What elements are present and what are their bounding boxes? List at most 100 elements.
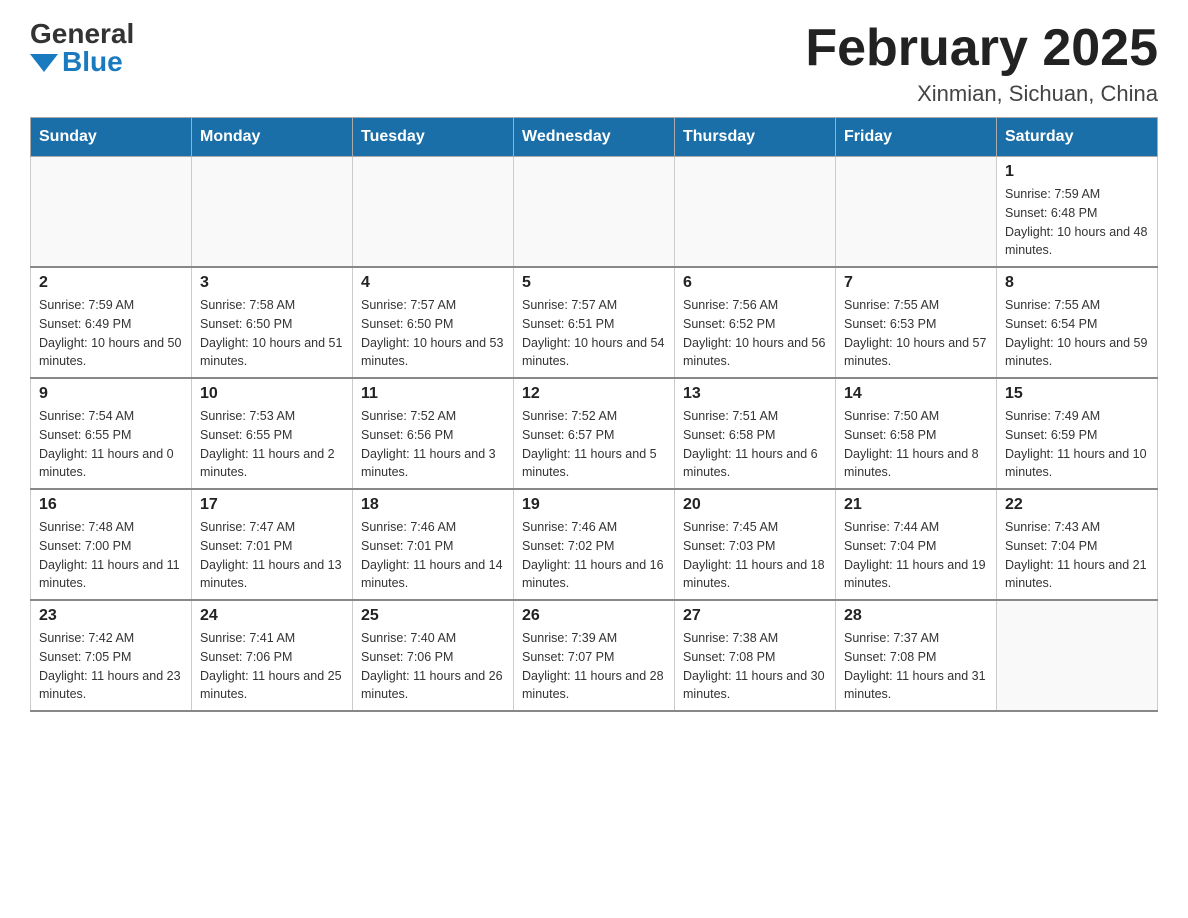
day-number: 26 <box>522 607 666 625</box>
logo-blue-row: Blue <box>30 48 123 76</box>
calendar-week-row: 2 Sunrise: 7:59 AM Sunset: 6:49 PM Daylig… <box>31 267 1158 378</box>
calendar-header-cell: Monday <box>192 118 353 157</box>
calendar-day-cell: 22 Sunrise: 7:43 AM Sunset: 7:04 PM Dayli… <box>997 489 1158 600</box>
day-number: 27 <box>683 607 827 625</box>
calendar-header-cell: Wednesday <box>514 118 675 157</box>
day-info: Sunrise: 7:59 AM Sunset: 6:48 PM Dayligh… <box>1005 185 1149 260</box>
day-info: Sunrise: 7:43 AM Sunset: 7:04 PM Dayligh… <box>1005 518 1149 593</box>
calendar-header-cell: Tuesday <box>353 118 514 157</box>
calendar-day-cell <box>514 157 675 268</box>
day-number: 7 <box>844 274 988 292</box>
day-info: Sunrise: 7:38 AM Sunset: 7:08 PM Dayligh… <box>683 629 827 704</box>
day-number: 12 <box>522 385 666 403</box>
calendar-day-cell <box>997 600 1158 711</box>
calendar-week-row: 16Sunrise: 7:48 AM Sunset: 7:00 PM Dayli… <box>31 489 1158 600</box>
calendar-day-cell: 14 Sunrise: 7:50 AM Sunset: 6:58 PM Dayli… <box>836 378 997 489</box>
day-info: Sunrise: 7:50 AM Sunset: 6:58 PM Dayligh… <box>844 407 988 482</box>
calendar-day-cell: 18 Sunrise: 7:46 AM Sunset: 7:01 PM Dayli… <box>353 489 514 600</box>
calendar-day-cell: 8Sunrise: 7:55 AM Sunset: 6:54 PM Daylig… <box>997 267 1158 378</box>
day-info: Sunrise: 7:57 AM Sunset: 6:50 PM Dayligh… <box>361 296 505 371</box>
calendar-day-cell <box>353 157 514 268</box>
calendar-day-cell: 26 Sunrise: 7:39 AM Sunset: 7:07 PM Dayli… <box>514 600 675 711</box>
day-number: 25 <box>361 607 505 625</box>
day-number: 28 <box>844 607 988 625</box>
day-number: 4 <box>361 274 505 292</box>
day-info: Sunrise: 7:51 AM Sunset: 6:58 PM Dayligh… <box>683 407 827 482</box>
day-number: 23 <box>39 607 183 625</box>
day-info: Sunrise: 7:56 AM Sunset: 6:52 PM Dayligh… <box>683 296 827 371</box>
day-info: Sunrise: 7:47 AM Sunset: 7:01 PM Dayligh… <box>200 518 344 593</box>
calendar-day-cell: 2 Sunrise: 7:59 AM Sunset: 6:49 PM Daylig… <box>31 267 192 378</box>
logo-triangle-icon <box>30 54 58 72</box>
day-number: 20 <box>683 496 827 514</box>
day-number: 22 <box>1005 496 1149 514</box>
calendar-day-cell: 1Sunrise: 7:59 AM Sunset: 6:48 PM Daylig… <box>997 157 1158 268</box>
calendar-day-cell: 4 Sunrise: 7:57 AM Sunset: 6:50 PM Daylig… <box>353 267 514 378</box>
calendar-week-row: 23 Sunrise: 7:42 AM Sunset: 7:05 PM Dayli… <box>31 600 1158 711</box>
day-number: 24 <box>200 607 344 625</box>
calendar-day-cell: 23 Sunrise: 7:42 AM Sunset: 7:05 PM Dayli… <box>31 600 192 711</box>
day-number: 15 <box>1005 385 1149 403</box>
logo-general-text: General <box>30 20 134 48</box>
day-info: Sunrise: 7:46 AM Sunset: 7:01 PM Dayligh… <box>361 518 505 593</box>
calendar-day-cell: 17 Sunrise: 7:47 AM Sunset: 7:01 PM Dayli… <box>192 489 353 600</box>
day-number: 16 <box>39 496 183 514</box>
calendar-day-cell: 3 Sunrise: 7:58 AM Sunset: 6:50 PM Daylig… <box>192 267 353 378</box>
calendar-day-cell <box>192 157 353 268</box>
day-number: 9 <box>39 385 183 403</box>
day-number: 3 <box>200 274 344 292</box>
calendar-day-cell: 12Sunrise: 7:52 AM Sunset: 6:57 PM Dayli… <box>514 378 675 489</box>
logo-blue-text: Blue <box>62 48 123 76</box>
day-info: Sunrise: 7:44 AM Sunset: 7:04 PM Dayligh… <box>844 518 988 593</box>
calendar-day-cell: 15 Sunrise: 7:49 AM Sunset: 6:59 PM Dayli… <box>997 378 1158 489</box>
day-info: Sunrise: 7:55 AM Sunset: 6:53 PM Dayligh… <box>844 296 988 371</box>
calendar-header-cell: Sunday <box>31 118 192 157</box>
calendar-day-cell: 27 Sunrise: 7:38 AM Sunset: 7:08 PM Dayli… <box>675 600 836 711</box>
calendar-day-cell: 28 Sunrise: 7:37 AM Sunset: 7:08 PM Dayli… <box>836 600 997 711</box>
calendar-day-cell: 24 Sunrise: 7:41 AM Sunset: 7:06 PM Dayli… <box>192 600 353 711</box>
logo: General Blue <box>30 20 134 76</box>
calendar-day-cell: 11 Sunrise: 7:52 AM Sunset: 6:56 PM Dayli… <box>353 378 514 489</box>
calendar-body: 1Sunrise: 7:59 AM Sunset: 6:48 PM Daylig… <box>31 157 1158 712</box>
day-info: Sunrise: 7:41 AM Sunset: 7:06 PM Dayligh… <box>200 629 344 704</box>
day-info: Sunrise: 7:40 AM Sunset: 7:06 PM Dayligh… <box>361 629 505 704</box>
main-title: February 2025 <box>805 20 1158 77</box>
day-info: Sunrise: 7:58 AM Sunset: 6:50 PM Dayligh… <box>200 296 344 371</box>
calendar-day-cell: 16Sunrise: 7:48 AM Sunset: 7:00 PM Dayli… <box>31 489 192 600</box>
day-number: 2 <box>39 274 183 292</box>
page-header: General Blue February 2025 Xinmian, Sich… <box>30 20 1158 107</box>
calendar-header-cell: Saturday <box>997 118 1158 157</box>
calendar-header-cell: Thursday <box>675 118 836 157</box>
day-info: Sunrise: 7:45 AM Sunset: 7:03 PM Dayligh… <box>683 518 827 593</box>
day-info: Sunrise: 7:42 AM Sunset: 7:05 PM Dayligh… <box>39 629 183 704</box>
day-info: Sunrise: 7:54 AM Sunset: 6:55 PM Dayligh… <box>39 407 183 482</box>
day-number: 5 <box>522 274 666 292</box>
calendar-header-cell: Friday <box>836 118 997 157</box>
day-number: 10 <box>200 385 344 403</box>
calendar-day-cell: 13 Sunrise: 7:51 AM Sunset: 6:58 PM Dayli… <box>675 378 836 489</box>
day-number: 14 <box>844 385 988 403</box>
calendar-day-cell: 6Sunrise: 7:56 AM Sunset: 6:52 PM Daylig… <box>675 267 836 378</box>
calendar-day-cell: 9 Sunrise: 7:54 AM Sunset: 6:55 PM Daylig… <box>31 378 192 489</box>
subtitle: Xinmian, Sichuan, China <box>805 81 1158 107</box>
calendar-week-row: 1Sunrise: 7:59 AM Sunset: 6:48 PM Daylig… <box>31 157 1158 268</box>
title-block: February 2025 Xinmian, Sichuan, China <box>805 20 1158 107</box>
day-number: 13 <box>683 385 827 403</box>
day-info: Sunrise: 7:39 AM Sunset: 7:07 PM Dayligh… <box>522 629 666 704</box>
day-info: Sunrise: 7:49 AM Sunset: 6:59 PM Dayligh… <box>1005 407 1149 482</box>
day-number: 17 <box>200 496 344 514</box>
calendar-day-cell: 5Sunrise: 7:57 AM Sunset: 6:51 PM Daylig… <box>514 267 675 378</box>
calendar-day-cell <box>836 157 997 268</box>
calendar-header-row: SundayMondayTuesdayWednesdayThursdayFrid… <box>31 118 1158 157</box>
day-info: Sunrise: 7:46 AM Sunset: 7:02 PM Dayligh… <box>522 518 666 593</box>
day-info: Sunrise: 7:52 AM Sunset: 6:56 PM Dayligh… <box>361 407 505 482</box>
day-info: Sunrise: 7:59 AM Sunset: 6:49 PM Dayligh… <box>39 296 183 371</box>
day-info: Sunrise: 7:37 AM Sunset: 7:08 PM Dayligh… <box>844 629 988 704</box>
calendar-day-cell <box>675 157 836 268</box>
day-info: Sunrise: 7:53 AM Sunset: 6:55 PM Dayligh… <box>200 407 344 482</box>
day-number: 18 <box>361 496 505 514</box>
calendar-day-cell: 25 Sunrise: 7:40 AM Sunset: 7:06 PM Dayli… <box>353 600 514 711</box>
calendar-day-cell <box>31 157 192 268</box>
day-number: 11 <box>361 385 505 403</box>
calendar-header: SundayMondayTuesdayWednesdayThursdayFrid… <box>31 118 1158 157</box>
